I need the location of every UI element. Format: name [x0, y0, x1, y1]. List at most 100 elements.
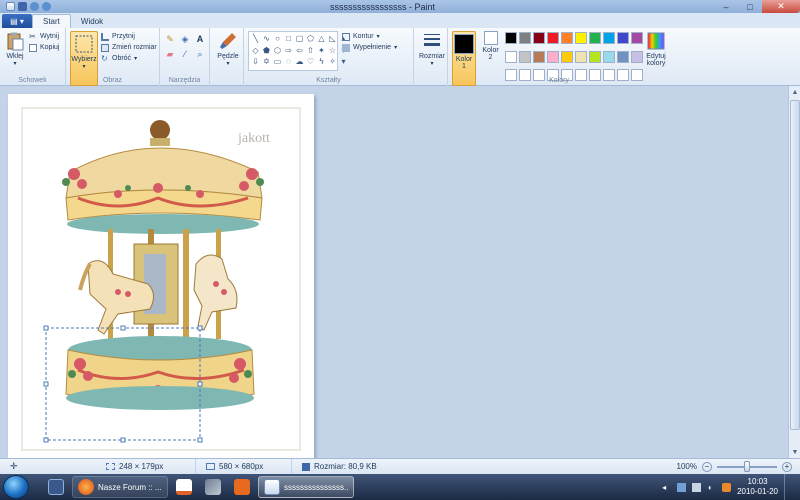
palette-swatch[interactable] — [505, 50, 517, 63]
palette-swatch[interactable] — [533, 32, 545, 44]
rotate-button[interactable]: ↻ Obróć ▾ — [101, 53, 157, 64]
palette-swatch[interactable] — [505, 32, 517, 44]
pentagon-shape-icon[interactable]: ⬟ — [262, 46, 271, 55]
callout-cloud-shape-icon[interactable]: ☁ — [295, 57, 304, 66]
scrollbar-thumb[interactable] — [790, 100, 800, 430]
palette-swatch[interactable] — [561, 32, 573, 44]
minimize-button[interactable]: ‒ — [714, 0, 738, 13]
palette-swatch[interactable] — [631, 32, 643, 44]
shield-icon[interactable] — [722, 482, 732, 492]
palette-swatch[interactable] — [575, 32, 587, 44]
scroll-up-icon[interactable]: ▲ — [789, 86, 800, 98]
callout-rect-shape-icon[interactable]: ▭ — [273, 57, 282, 66]
cut-button[interactable]: ✂ Wytnij — [29, 31, 59, 42]
curve-shape-icon[interactable]: ∿ — [262, 34, 271, 43]
hexagon-shape-icon[interactable]: ⬡ — [273, 46, 282, 55]
edit-colors-label: Edytuj kolory — [646, 53, 666, 67]
image-group-label: Obraz — [102, 77, 123, 84]
paint-app-icon[interactable] — [6, 2, 15, 11]
palette-swatch[interactable] — [533, 50, 545, 63]
resize-button[interactable]: Zmień rozmiar — [101, 42, 157, 53]
redo-icon[interactable] — [42, 2, 51, 11]
diamond-shape-icon[interactable]: ◇ — [251, 46, 260, 55]
flag-icon[interactable] — [692, 482, 702, 492]
volume-icon[interactable]: ◖ — [707, 483, 716, 492]
copy-icon — [29, 43, 37, 52]
palette-swatch[interactable] — [603, 50, 615, 63]
zoom-in-icon[interactable]: + — [782, 461, 792, 472]
taskbar-explorer[interactable] — [43, 476, 69, 498]
heart-shape-icon[interactable]: ♡ — [306, 57, 315, 66]
right-arrow-shape-icon[interactable]: ⇨ — [284, 46, 293, 55]
rectangle-shape-icon[interactable]: □ — [284, 34, 293, 43]
taskbar-photo-app[interactable] — [200, 476, 226, 498]
tab-view[interactable]: Widok — [71, 14, 113, 28]
crop-button[interactable]: Przytnij — [101, 31, 157, 42]
palette-swatch[interactable] — [575, 50, 587, 63]
ribbon-tabs: ▤ ▾ Start Widok — [0, 13, 800, 28]
color-picker-icon[interactable]: ⁄ — [179, 48, 191, 60]
copy-button[interactable]: Kopiuj — [29, 42, 59, 53]
tab-start[interactable]: Start — [32, 14, 71, 28]
start-button[interactable] — [3, 475, 29, 499]
zoom-slider-thumb[interactable] — [744, 460, 750, 472]
tray-expand-icon[interactable]: ◂ — [662, 483, 671, 492]
pencil-icon[interactable]: ✎ — [164, 33, 176, 45]
palette-swatch[interactable] — [547, 32, 559, 44]
palette-swatch[interactable] — [631, 50, 643, 63]
zoom-out-icon[interactable]: − — [702, 461, 712, 472]
triangle-shape-icon[interactable]: △ — [317, 34, 326, 43]
zoom-slider[interactable] — [717, 460, 777, 472]
title-bar: sssssssssssssssss - Paint ‒ □ ✕ — [0, 0, 800, 13]
palette-swatch[interactable] — [589, 50, 601, 63]
scroll-down-icon[interactable]: ▼ — [789, 446, 800, 458]
star6-shape-icon[interactable]: ✡ — [262, 57, 271, 66]
brushes-button[interactable]: Pędzle ▾ — [214, 31, 242, 67]
taskbar-paint[interactable]: sssssssssssssss... — [258, 476, 354, 498]
close-button[interactable]: ✕ — [762, 0, 800, 13]
rounded-rect-shape-icon[interactable]: ▢ — [295, 34, 304, 43]
star4-shape-icon[interactable]: ✦ — [317, 46, 326, 55]
oval-shape-icon[interactable]: ○ — [273, 34, 282, 43]
palette-swatch[interactable] — [589, 32, 601, 44]
maximize-button[interactable]: □ — [738, 0, 762, 13]
size-button[interactable]: Rozmiar ▾ — [418, 31, 446, 67]
undo-icon[interactable] — [30, 2, 39, 11]
show-desktop-button[interactable] — [784, 474, 794, 500]
star-shape-icon[interactable]: ✧ — [328, 57, 337, 66]
outline-button[interactable]: Kontur ▾ — [342, 31, 397, 42]
palette-swatch[interactable] — [547, 50, 559, 63]
firefox-icon — [78, 479, 94, 495]
palette-swatch[interactable] — [519, 50, 531, 63]
down-arrow-shape-icon[interactable]: ⇩ — [251, 57, 260, 66]
up-arrow-shape-icon[interactable]: ⇧ — [306, 46, 315, 55]
paint-menu-button[interactable]: ▤ ▾ — [2, 14, 32, 28]
taskbar-document[interactable] — [171, 476, 197, 498]
left-arrow-shape-icon[interactable]: ⇦ — [295, 46, 304, 55]
eraser-icon[interactable]: ▰ — [164, 48, 176, 60]
palette-swatch[interactable] — [617, 32, 629, 44]
magnifier-icon[interactable]: ⌕ — [194, 48, 206, 60]
palette-swatch[interactable] — [603, 32, 615, 44]
network-icon[interactable] — [677, 482, 687, 492]
taskbar-mail[interactable] — [229, 476, 255, 498]
fill-button[interactable]: Wypełnienie ▾ — [342, 42, 397, 53]
polygon-shape-icon[interactable]: ⬠ — [306, 34, 315, 43]
lightning-shape-icon[interactable]: ϟ — [317, 57, 326, 66]
taskbar-firefox[interactable]: Nasze Forum :: ... — [72, 476, 168, 498]
canvas[interactable]: jakott — [8, 94, 314, 464]
text-tool-icon[interactable]: A — [194, 33, 206, 45]
callout-oval-shape-icon[interactable]: ◌ — [284, 57, 293, 66]
palette-swatch[interactable] — [519, 32, 531, 44]
shapes-gallery[interactable]: ╲ ∿ ○ □ ▢ ⬠ △ ◺ ▴ ◇ ⬟ ⬡ ⇨ ⇦ ⇧ ✦ ☆ ▾ ⇩ ✡ … — [248, 31, 346, 71]
right-triangle-shape-icon[interactable]: ◺ — [328, 34, 337, 43]
palette-swatch[interactable] — [561, 50, 573, 63]
line-shape-icon[interactable]: ╲ — [251, 34, 260, 43]
vertical-scrollbar[interactable]: ▲ ▼ — [788, 86, 800, 458]
save-icon[interactable] — [18, 2, 27, 11]
star5-shape-icon[interactable]: ☆ — [328, 46, 337, 55]
clock[interactable]: 10:03 2010-01-20 — [737, 477, 778, 497]
zoom-control: 100% − + — [677, 460, 800, 472]
palette-swatch[interactable] — [617, 50, 629, 63]
fill-bucket-icon[interactable]: ◈ — [179, 33, 191, 45]
